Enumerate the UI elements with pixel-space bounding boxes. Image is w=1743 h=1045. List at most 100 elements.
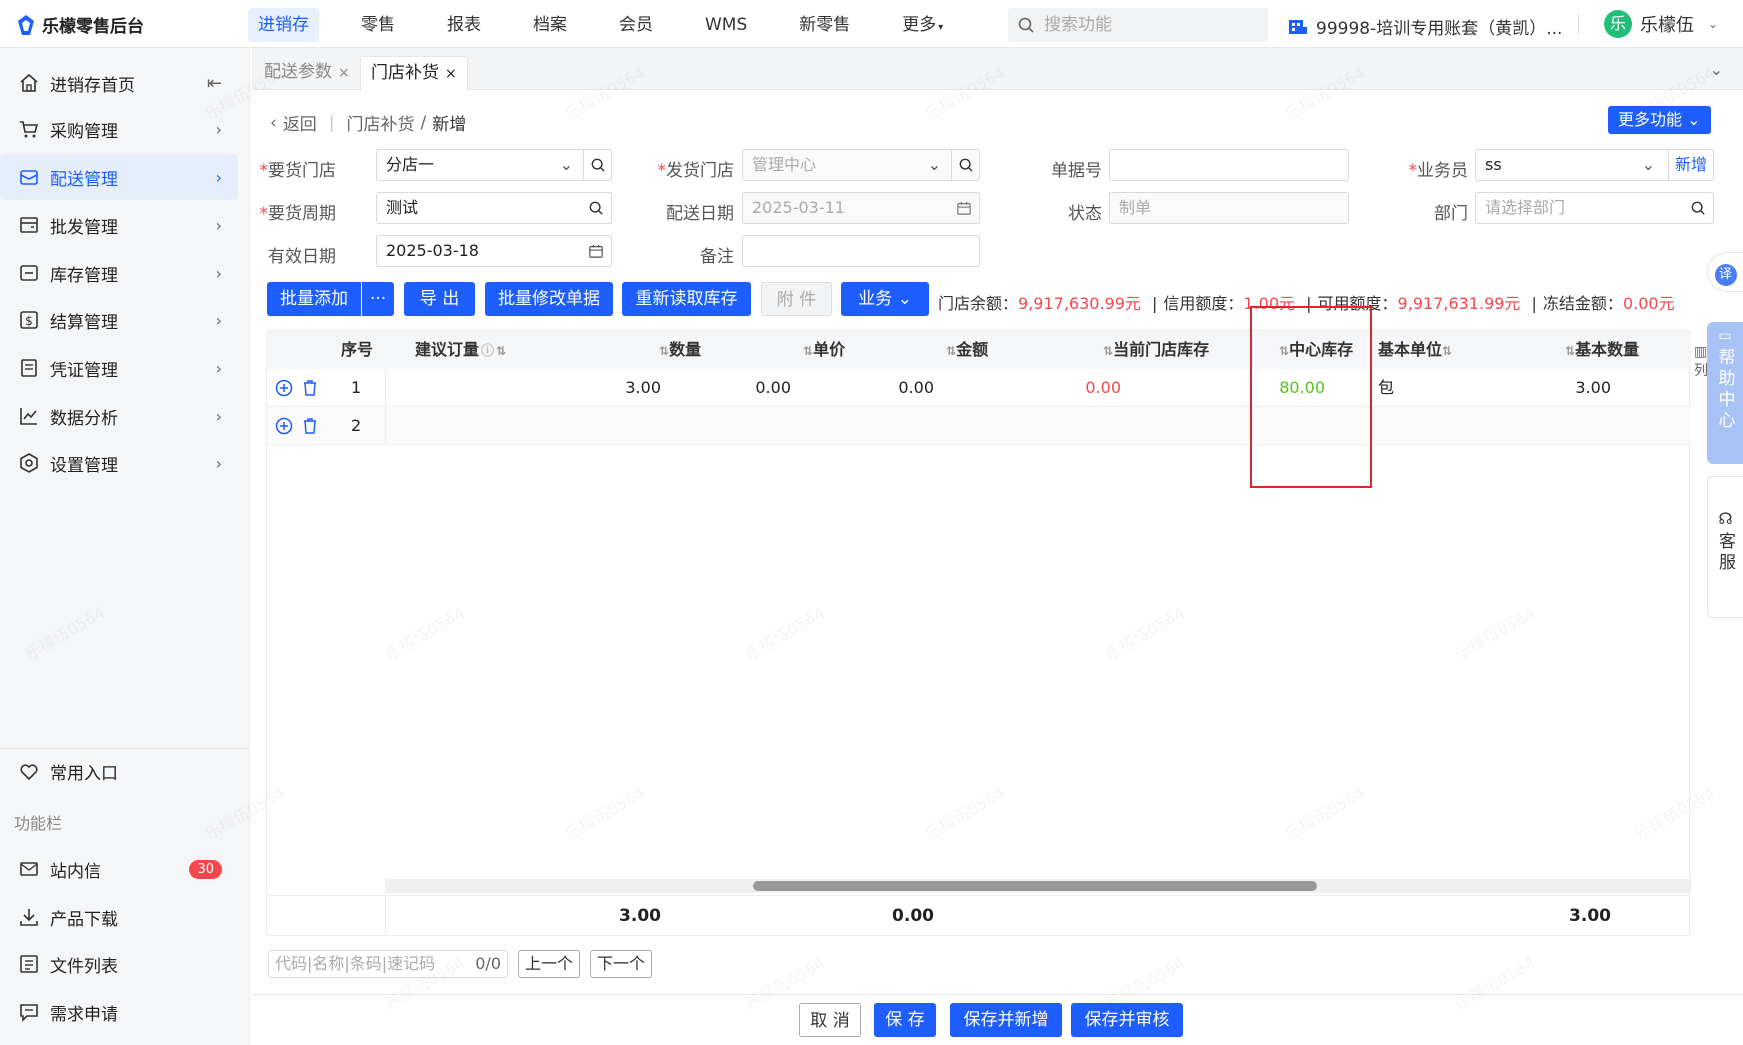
table-row[interactable]: 1 3.00 0.00 0.00 0.00 80.00 包 3.00 (267, 369, 1691, 407)
search-icon[interactable] (589, 193, 603, 225)
footer-qty: 3.00 (619, 906, 661, 926)
column-settings[interactable]: ▥ 列 (1694, 344, 1708, 380)
search-input[interactable]: 搜索功能 (1008, 8, 1268, 42)
back-link[interactable]: 返回 (283, 110, 317, 135)
dept-select[interactable]: 请选择部门 (1475, 192, 1714, 224)
app-logo[interactable]: 乐檬零售后台 (16, 12, 144, 37)
more-functions-button[interactable]: 更多功能 ⌄ (1608, 106, 1711, 134)
sidebar-item-voucher[interactable]: 凭证管理 › (0, 345, 238, 391)
prev-button[interactable]: 上一个 (518, 950, 581, 978)
scrollbar-thumb[interactable] (753, 881, 1317, 891)
cell-price[interactable]: 0.00 (707, 369, 791, 407)
tab-delivery-params[interactable]: 配送参数 × (254, 56, 360, 90)
send-store-select[interactable]: 管理中心 ⌄ (742, 149, 980, 181)
delivery-date-picker[interactable]: 2025-03-11 (742, 192, 980, 224)
batch-edit-button[interactable]: 批量修改单据 (485, 282, 613, 316)
col-store-stock[interactable]: ⇅当前门店库存 (1103, 331, 1209, 369)
collapse-sidebar-icon[interactable]: ⇤ (207, 73, 222, 94)
table-row[interactable]: 2 (267, 407, 1691, 445)
remark-input[interactable] (742, 235, 980, 267)
user-menu[interactable]: 乐 乐檬伍 ⌄ (1604, 10, 1718, 38)
export-button[interactable]: 导 出 (404, 282, 475, 316)
breadcrumb: ‹ 返回 | 门店补货 / 新增 (270, 110, 466, 136)
add-salesman-button[interactable]: 新增 (1667, 150, 1713, 180)
close-icon[interactable]: × (445, 66, 457, 82)
search-icon[interactable] (951, 150, 979, 180)
nav-item-retail[interactable]: 零售 (351, 8, 405, 42)
nav-item-new-retail[interactable]: 新零售 (789, 8, 860, 42)
nav-item-jxc[interactable]: 进销存 (248, 8, 319, 42)
sidebar-item-common[interactable]: 常用入口 (0, 748, 250, 794)
sidebar-item-inventory[interactable]: 库存管理 › (0, 250, 238, 296)
sidebar-item-messages[interactable]: 站内信 30 (0, 846, 238, 892)
wallet-icon (18, 214, 40, 236)
batch-add-more-button[interactable]: ··· (362, 282, 394, 316)
sidebar-item-delivery[interactable]: 配送管理 › (0, 154, 238, 200)
detail-table: 序号 建议订量 ⓘ ⇅ ⇅数量 ⇅单价 ⇅金额 ⇅当前门店库存 ⇅中心库存 基本单位… (266, 330, 1691, 936)
attachment-button: 附 件 (761, 282, 832, 316)
breadcrumb-parent[interactable]: 门店补货 (347, 110, 415, 135)
sidebar-item-files[interactable]: 文件列表 (0, 941, 238, 987)
req-store-select[interactable]: 分店一 ⌄ (376, 149, 612, 181)
account-selector[interactable]: 99998-培训专用账套（黄凯）... (1288, 14, 1562, 39)
nav-item-wms[interactable]: WMS (695, 8, 757, 42)
save-button[interactable]: 保 存 (874, 1003, 936, 1037)
chevron-down-icon[interactable]: ⌄ (1710, 60, 1723, 79)
nav-item-archive[interactable]: 档案 (523, 8, 577, 42)
chart-icon (18, 405, 40, 427)
row-search-input[interactable]: 代码|名称|条码|速记码 0/0 (268, 950, 508, 978)
tab-store-replenish[interactable]: 门店补货 × (360, 56, 468, 90)
col-amount[interactable]: ⇅金额 (946, 331, 988, 369)
settings-icon (18, 452, 40, 474)
search-icon[interactable] (583, 150, 611, 180)
svg-text:$: $ (25, 314, 33, 328)
col-unit[interactable]: 基本单位⇅ (1378, 331, 1452, 369)
sidebar-item-request[interactable]: 需求申请 (0, 989, 238, 1035)
close-icon[interactable]: × (338, 65, 350, 81)
cell-amount[interactable]: 0.00 (850, 369, 934, 407)
valid-date-picker[interactable]: 2025-03-18 (376, 235, 612, 267)
divider (1578, 14, 1579, 34)
business-menu-button[interactable]: 业务 ⌄ (841, 282, 929, 316)
cell-qty[interactable] (577, 407, 661, 445)
reload-stock-button[interactable]: 重新读取库存 (622, 282, 751, 316)
delete-row-icon[interactable] (301, 417, 319, 435)
next-button[interactable]: 下一个 (590, 950, 653, 978)
doc-no-input[interactable] (1109, 149, 1349, 181)
cell-amount[interactable] (850, 407, 934, 445)
user-name: 乐檬伍 (1640, 15, 1694, 36)
sidebar-item-analysis[interactable]: 数据分析 › (0, 393, 238, 439)
chevron-right-icon: › (215, 263, 222, 283)
sidebar-item-purchase[interactable]: 采购管理 › (0, 106, 238, 152)
translate-button[interactable]: 译 (1707, 252, 1743, 292)
add-row-icon[interactable] (275, 379, 293, 397)
sidebar-item-home[interactable]: 进销存首页 ⇤ (0, 60, 238, 106)
search-icon[interactable] (1691, 193, 1705, 225)
cancel-button[interactable]: 取 消 (799, 1003, 861, 1037)
frozen-amount: 0.00元 (1622, 294, 1675, 313)
batch-add-button[interactable]: 批量添加 (267, 282, 361, 316)
col-qty[interactable]: ⇅数量 (659, 331, 701, 369)
salesman-select[interactable]: ss ⌄ 新增 (1475, 149, 1714, 181)
delete-row-icon[interactable] (301, 379, 319, 397)
col-price[interactable]: ⇅单价 (803, 331, 845, 369)
customer-service-button[interactable]: ☊ 客服 (1707, 476, 1743, 618)
help-center-button[interactable]: ▭ 帮助中心 (1707, 322, 1743, 464)
horizontal-scrollbar[interactable] (385, 879, 1691, 893)
cell-price[interactable] (707, 407, 791, 445)
back-icon[interactable]: ‹ (270, 113, 277, 133)
col-suggest[interactable]: 建议订量 ⓘ ⇅ (415, 331, 506, 369)
save-and-new-button[interactable]: 保存并新增 (950, 1003, 1062, 1037)
col-base-qty[interactable]: ⇅基本数量 (1565, 331, 1639, 369)
cell-qty[interactable]: 3.00 (577, 369, 661, 407)
nav-item-member[interactable]: 会员 (609, 8, 663, 42)
save-and-audit-button[interactable]: 保存并审核 (1071, 1003, 1183, 1037)
sidebar-item-settings[interactable]: 设置管理 › (0, 440, 238, 486)
nav-item-more[interactable]: 更多 ▾ (892, 8, 953, 42)
nav-item-report[interactable]: 报表 (437, 8, 491, 42)
sidebar-item-settlement[interactable]: $ 结算管理 › (0, 297, 238, 343)
sidebar-item-download[interactable]: 产品下载 (0, 894, 238, 940)
req-cycle-input[interactable]: 测试 (376, 192, 612, 224)
sidebar-item-wholesale[interactable]: 批发管理 › (0, 202, 238, 248)
add-row-icon[interactable] (275, 417, 293, 435)
